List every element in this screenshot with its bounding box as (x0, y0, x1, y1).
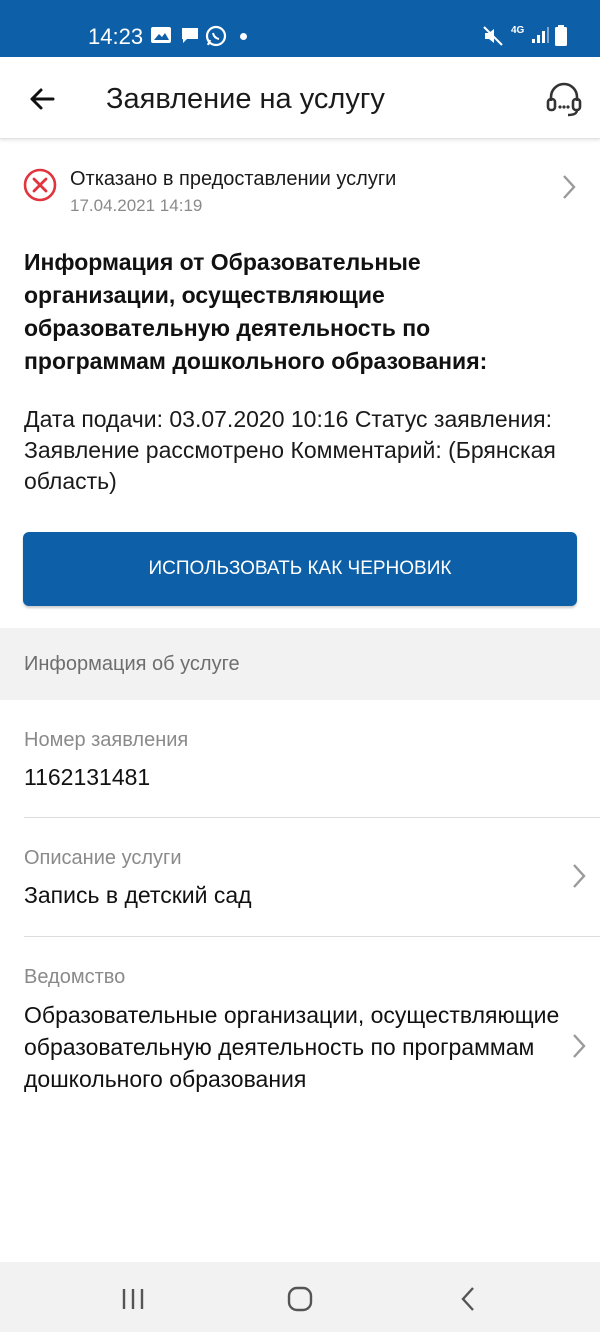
info-heading: Информация от Образовательные организаци… (24, 249, 488, 374)
battery-icon (555, 25, 567, 46)
field-service-description[interactable]: Описание услуги Запись в детский сад (0, 818, 600, 936)
recent-apps-button[interactable] (111, 1277, 155, 1321)
home-button[interactable] (278, 1277, 322, 1321)
recent-apps-icon (122, 1289, 144, 1309)
chevron-right-icon (563, 175, 576, 199)
home-icon (287, 1286, 313, 1312)
page-title: Заявление на услугу (106, 83, 385, 115)
field-label: Описание услуги (24, 847, 182, 869)
status-text: Отказано в предоставлении услуги (70, 168, 397, 190)
back-button[interactable] (20, 77, 64, 121)
message-icon (182, 28, 198, 43)
whatsapp-icon (205, 25, 227, 47)
section-header: Информация об услуге (0, 628, 600, 700)
field-value: Запись в детский сад (24, 882, 252, 908)
field-application-number: Номер заявления 1162131481 (0, 700, 600, 817)
app-bar: Заявление на услугу (0, 57, 600, 139)
chevron-right-icon (573, 1034, 586, 1058)
network-type: 4G (511, 25, 525, 36)
status-time: 14:23 (88, 24, 144, 49)
notification-dot-icon (240, 33, 247, 40)
arrow-left-icon (30, 88, 55, 110)
field-value: 1162131481 (24, 764, 151, 790)
field-label: Ведомство (24, 966, 126, 988)
status-date: 17.04.2021 14:19 (70, 196, 203, 215)
status-bar: 14:23 4G (0, 0, 600, 57)
mute-icon (483, 26, 503, 46)
system-navigation-bar (0, 1262, 600, 1332)
headset-icon (546, 82, 582, 117)
support-button[interactable] (540, 75, 588, 123)
field-value: Образовательные организации, осуществляю… (24, 1002, 560, 1092)
chevron-left-icon (461, 1287, 474, 1311)
signal-icon (532, 27, 549, 43)
system-back-button[interactable] (446, 1277, 490, 1321)
application-status-row[interactable]: Отказано в предоставлении услуги 17.04.2… (0, 155, 600, 225)
gallery-icon (151, 27, 171, 43)
error-circle-icon (23, 168, 57, 202)
info-details: Дата подачи: 03.07.2020 10:16 Статус зая… (24, 406, 556, 494)
use-as-draft-button[interactable]: ИСПОЛЬЗОВАТЬ КАК ЧЕРНОВИК (23, 532, 577, 606)
section-title: Информация об услуге (24, 653, 240, 675)
field-department[interactable]: Ведомство Образовательные организации, о… (0, 937, 600, 1147)
field-label: Номер заявления (24, 729, 189, 751)
chevron-right-icon (573, 864, 586, 888)
